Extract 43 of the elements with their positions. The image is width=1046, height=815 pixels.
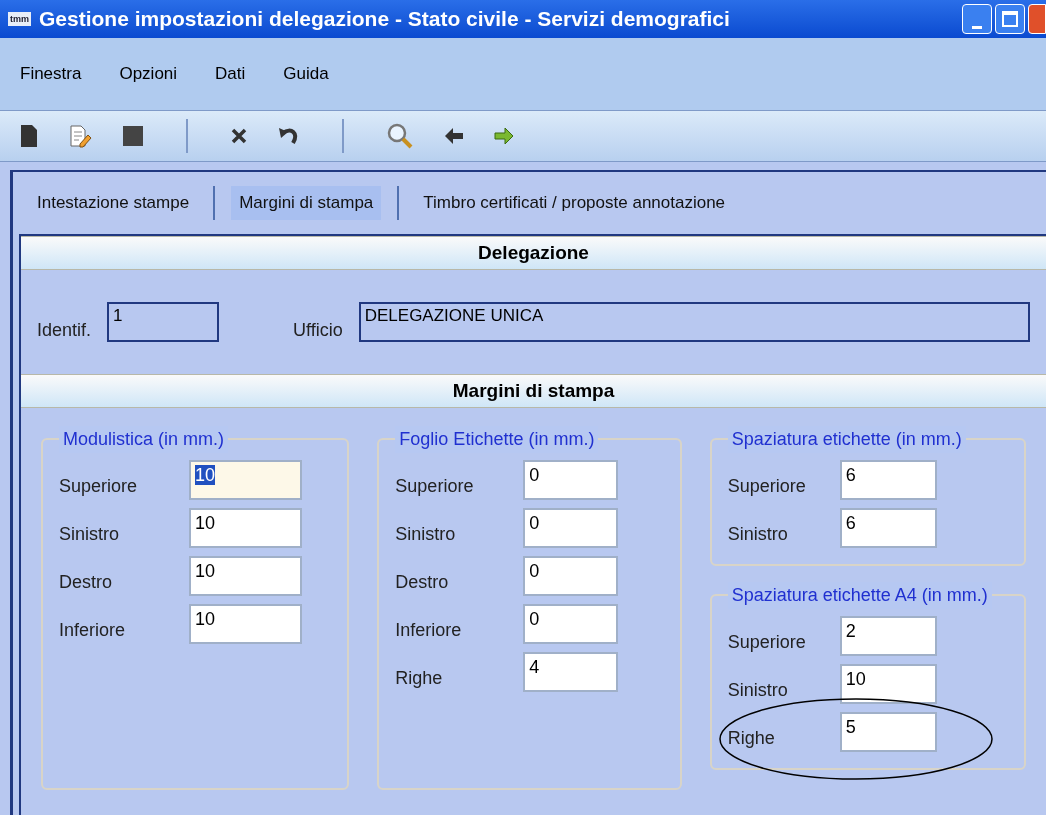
tab[interactable]: Margini di stampa bbox=[231, 186, 382, 220]
input-field[interactable]: 10 bbox=[839, 664, 937, 704]
input-field[interactable]: 10 bbox=[189, 604, 302, 644]
field-label: Superiore bbox=[727, 474, 807, 498]
input-field[interactable]: 0 bbox=[523, 508, 619, 548]
field-label: Sinistro bbox=[59, 522, 121, 546]
tab[interactable]: Timbro certificati / proposte annotazione bbox=[415, 186, 734, 220]
input-field[interactable]: 0 bbox=[523, 556, 619, 596]
field-label: Sinistro bbox=[395, 522, 457, 546]
input-field[interactable]: 10 bbox=[189, 508, 302, 548]
field-label: Sinistro bbox=[727, 678, 789, 702]
field-label: Ufficio bbox=[293, 318, 343, 342]
input-field[interactable]: 6 bbox=[839, 508, 937, 548]
input-field[interactable]: 10 bbox=[189, 556, 302, 596]
field-label: Superiore bbox=[59, 474, 139, 498]
field-label: Inferiore bbox=[59, 618, 127, 642]
field-label: Inferiore bbox=[395, 618, 463, 642]
section-header: Margini di stampa bbox=[21, 374, 1046, 408]
input-field[interactable]: 2 bbox=[839, 616, 937, 656]
field-label: Righe bbox=[395, 666, 444, 690]
tab[interactable]: Intestazione stampe bbox=[29, 186, 198, 220]
menu-item[interactable]: Dati bbox=[215, 61, 246, 87]
field-label: Identif. bbox=[37, 318, 92, 342]
input-field[interactable]: 10 bbox=[189, 460, 302, 500]
menu-item[interactable]: Guida bbox=[283, 61, 329, 87]
section-header: Delegazione bbox=[21, 236, 1046, 270]
field-label: Destro bbox=[59, 570, 113, 594]
menu-item[interactable]: Opzioni bbox=[119, 61, 178, 87]
menu-item[interactable]: Finestra bbox=[20, 61, 82, 87]
input-field[interactable]: 0 bbox=[523, 460, 619, 500]
field-label: Destro bbox=[395, 570, 450, 594]
input-field[interactable]: 5 bbox=[839, 712, 937, 752]
input-field[interactable]: 0 bbox=[523, 604, 619, 644]
input-field[interactable]: 6 bbox=[839, 460, 937, 500]
field-label: Sinistro bbox=[727, 522, 789, 546]
window-title: Gestione impostazioni delegazione - Stato civile - Servizi demografici bbox=[39, 6, 730, 33]
field-label: Superiore bbox=[395, 474, 475, 498]
input-field[interactable]: 4 bbox=[523, 652, 619, 692]
input-field: 1 bbox=[107, 302, 220, 342]
app-icon: tmm bbox=[8, 12, 31, 26]
field-label: Superiore bbox=[727, 630, 807, 654]
field-label: Righe bbox=[727, 726, 776, 750]
input-field: DELEGAZIONE UNICA bbox=[358, 302, 1030, 342]
